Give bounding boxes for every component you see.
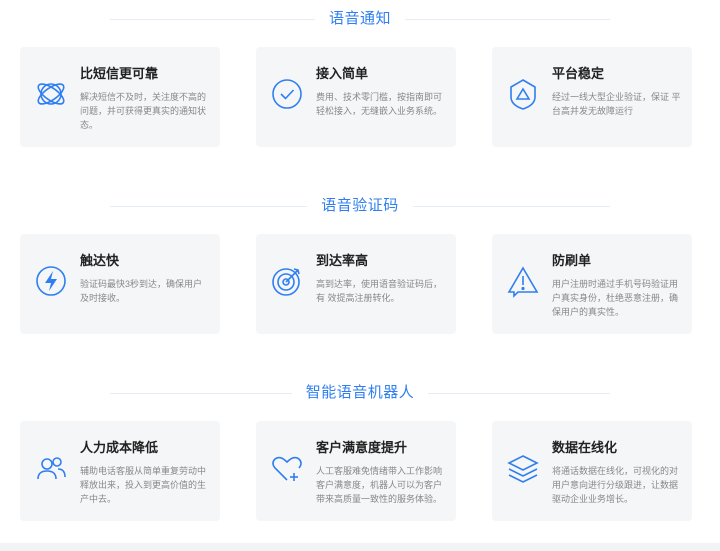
feature-card-fast-delivery: 触达快 验证码最快3秒到达，确保用户及时接收。 <box>20 234 220 334</box>
card-title: 防刷单 <box>552 253 592 268</box>
card-description: 人工客服难免情绪带入工作影响 客户满意度，机器人可以为客户 带来高质量一致性的服… <box>316 466 443 504</box>
section-title: 语音通知 <box>314 7 405 31</box>
card-description: 将通话数据在线化，可视化的对 用户意向进行分级跟进，让数据 驱动企业业务增长。 <box>552 466 679 504</box>
section-header: 语音验证码 <box>0 194 720 218</box>
heart-plus-icon <box>270 451 304 485</box>
shield-icon <box>506 77 540 111</box>
feature-card-easy-integration: 接入简单 费用、技术零门槛，按指南即可 轻松接入，无缝嵌入业务系统。 <box>256 47 456 147</box>
card-description: 解决短信不及时，关注度不高的问题，并可获得更真实的通知状态。 <box>80 92 207 130</box>
footer-strip <box>0 543 720 551</box>
card-title: 人力成本降低 <box>80 440 159 455</box>
feature-card-satisfaction: 客户满意度提升 人工客服难免情绪带入工作影响 客户满意度，机器人可以为客户 带来… <box>256 421 456 521</box>
layers-icon <box>506 451 540 485</box>
card-description: 辅助电话客服从简单重复劳动中 释放出来，投入到更高价值的生 产中去。 <box>80 466 207 504</box>
card-title: 数据在线化 <box>552 440 618 455</box>
divider-right <box>400 19 610 20</box>
section-header: 语音通知 <box>0 7 720 31</box>
card-title: 到达率高 <box>316 253 369 268</box>
warning-icon <box>506 264 540 298</box>
section-header: 智能语音机器人 <box>0 381 720 405</box>
card-title: 比短信更可靠 <box>80 66 159 81</box>
target-icon <box>270 264 304 298</box>
section-title: 语音验证码 <box>307 194 413 218</box>
check-circle-icon <box>270 77 304 111</box>
divider-right <box>400 393 610 394</box>
feature-card-data-online: 数据在线化 将通话数据在线化，可视化的对 用户意向进行分级跟进，让数据 驱动企业… <box>492 421 692 521</box>
card-title: 触达快 <box>80 253 120 268</box>
card-title: 客户满意度提升 <box>316 440 408 455</box>
lightning-icon <box>34 264 68 298</box>
card-description: 经过一线大型企业验证，保证 平台高并发无故障运行 <box>552 92 681 116</box>
orbit-icon <box>34 77 68 111</box>
feature-card-cost-reduction: 人力成本降低 辅助电话客服从简单重复劳动中 释放出来，投入到更高价值的生 产中去… <box>20 421 220 521</box>
feature-card-high-arrival: 到达率高 高到达率，使用语音验证码后，有 效提高注册转化。 <box>256 234 456 334</box>
card-description: 高到达率，使用语音验证码后，有 效提高注册转化。 <box>316 279 443 303</box>
users-icon <box>34 451 68 485</box>
section-title: 智能语音机器人 <box>291 381 429 405</box>
card-description: 验证码最快3秒到达，确保用户及时接收。 <box>80 279 203 303</box>
card-description: 费用、技术零门槛，按指南即可 轻松接入，无缝嵌入业务系统。 <box>316 92 443 116</box>
feature-card-platform-stable: 平台稳定 经过一线大型企业验证，保证 平台高并发无故障运行 <box>492 47 692 147</box>
feature-card-anti-fraud: 防刷单 用户注册时通过手机号码验证用 户真实身份，杜绝恶意注册，确 保用户的真实… <box>492 234 692 334</box>
divider-left <box>110 206 320 207</box>
divider-right <box>400 206 610 207</box>
divider-left <box>110 19 320 20</box>
feature-card-more-reliable: 比短信更可靠 解决短信不及时，关注度不高的问题，并可获得更真实的通知状态。 <box>20 47 220 147</box>
divider-left <box>110 393 320 394</box>
card-description: 用户注册时通过手机号码验证用 户真实身份，杜绝恶意注册，确 保用户的真实性。 <box>552 279 679 317</box>
card-title: 平台稳定 <box>552 66 605 81</box>
card-title: 接入简单 <box>316 66 369 81</box>
